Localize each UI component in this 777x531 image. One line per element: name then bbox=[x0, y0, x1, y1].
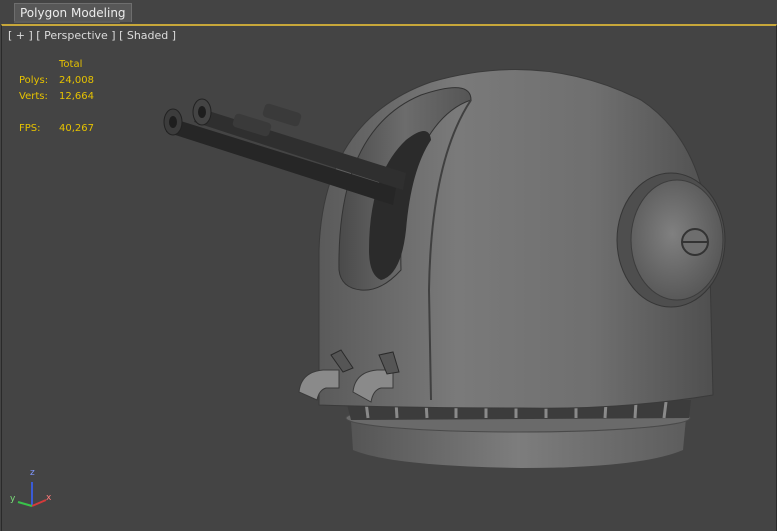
polys-label: Polys: bbox=[19, 75, 49, 86]
axis-z-label: z bbox=[30, 468, 35, 478]
side-hatch bbox=[630, 179, 724, 301]
fps-value: 40,267 bbox=[59, 123, 94, 134]
viewport-label[interactable]: [ + ] [ Perspective ] [ Shaded ] bbox=[8, 29, 176, 42]
verts-label: Verts: bbox=[19, 91, 48, 102]
ribbon-toolbar: Polygon Modeling bbox=[0, 0, 777, 24]
stats-header: Total bbox=[59, 59, 83, 70]
tab-polygon-modeling[interactable]: Polygon Modeling bbox=[14, 3, 132, 22]
axis-gizmo: z x y bbox=[10, 464, 60, 514]
turret-model[interactable] bbox=[2, 26, 776, 531]
axis-tripod-icon bbox=[17, 482, 47, 507]
axis-y-label: y bbox=[10, 494, 16, 504]
tab-underline bbox=[14, 21, 120, 23]
verts-value: 12,664 bbox=[59, 91, 94, 102]
polys-value: 24,008 bbox=[59, 75, 94, 86]
perspective-viewport[interactable]: [ + ] [ Perspective ] [ Shaded ] Total P… bbox=[1, 24, 777, 531]
fps-label: FPS: bbox=[19, 123, 41, 134]
axis-x-label: x bbox=[46, 493, 52, 503]
